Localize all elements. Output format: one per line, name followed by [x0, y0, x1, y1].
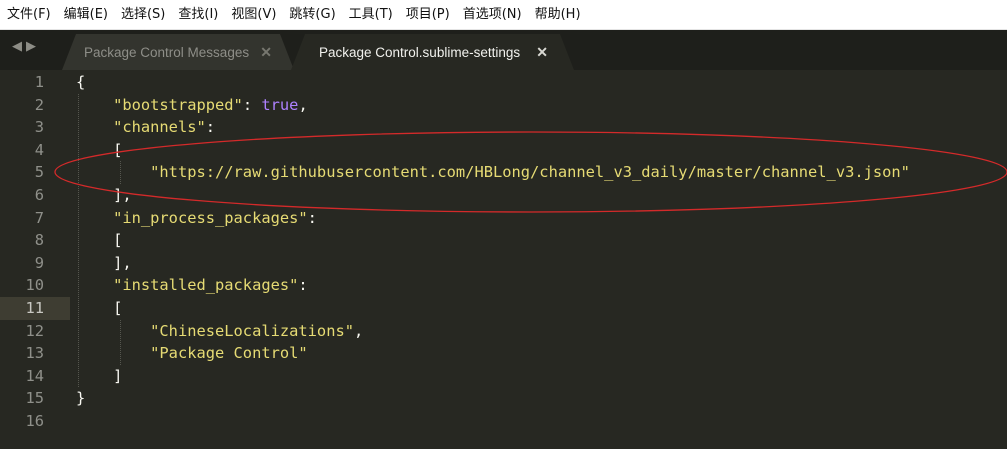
menu-goto[interactable]: 跳转(G) [289, 0, 335, 30]
code-token: "channels" [113, 118, 206, 137]
chevron-left-icon[interactable]: ◀ [12, 39, 26, 54]
menu-project[interactable]: 项目(P) [406, 0, 450, 30]
code-token: } [76, 389, 86, 408]
code-token: "https://raw.githubusercontent.com/HBLon… [150, 163, 910, 182]
menu-help[interactable]: 帮助(H) [535, 0, 581, 30]
code-line: ] [76, 365, 122, 388]
code-token: { [76, 73, 86, 91]
code-editor[interactable]: 1 2 3 4 5 6 7 8 9 10 11 12 13 14 15 16 { "bootstrapped"… [0, 70, 1007, 449]
chevron-right-icon[interactable]: ▶ [26, 39, 40, 54]
code-token: [ [76, 299, 123, 317]
code-token: : [205, 118, 216, 137]
code-token: [ [76, 140, 123, 159]
line-number: 9 [34, 253, 44, 272]
indent-guide [78, 93, 79, 388]
menu-preferences[interactable]: 首选项(N) [463, 0, 522, 30]
code-token: , [298, 95, 308, 114]
code-line: { [76, 71, 85, 94]
line-number: 16 [25, 412, 44, 430]
code-line: ], [76, 184, 132, 207]
code-token: true [261, 95, 299, 114]
line-number: 2 [34, 95, 44, 114]
line-number-gutter: 1 2 3 4 5 6 7 8 9 10 11 12 13 14 15 16 [0, 70, 70, 449]
tab-title: Package Control Messages [84, 44, 250, 60]
code-token: "installed_packages" [113, 276, 299, 295]
tab-bar: ◀▶ Package Control Messages ✕ Package Co… [0, 30, 1007, 70]
menu-view[interactable]: 视图(V) [231, 0, 276, 30]
code-line: "in_process_packages": [76, 207, 317, 230]
line-number: 4 [34, 140, 44, 159]
line-number: 6 [34, 186, 44, 204]
menu-edit[interactable]: 编辑(E) [64, 0, 108, 30]
tab-package-control-settings[interactable]: Package Control.sublime-settings ✕ [291, 34, 574, 70]
code-line: "Package Control" [76, 342, 308, 365]
line-number: 13 [25, 344, 44, 363]
line-number: 8 [34, 231, 44, 250]
code-line: "channels": [76, 116, 215, 139]
code-token: ], [76, 253, 132, 272]
tab-title: Package Control.sublime-settings [319, 44, 521, 60]
line-number: 10 [25, 276, 44, 295]
code-line: "installed_packages": [76, 274, 308, 297]
code-token: : [307, 208, 317, 227]
code-line: [ [76, 139, 122, 162]
line-number: 14 [25, 366, 44, 385]
code-token: : [242, 95, 262, 114]
line-number: 5 [34, 163, 44, 182]
code-line: [ [76, 229, 122, 252]
code-token: : [298, 276, 308, 295]
code-token: "Package Control" [150, 344, 308, 363]
line-number: 12 [25, 321, 44, 340]
code-token: ], [76, 186, 132, 204]
code-token: [ [76, 231, 123, 250]
code-line: "bootstrapped": true, [76, 94, 308, 117]
tab-package-control-messages[interactable]: Package Control Messages ✕ [62, 34, 294, 70]
line-number: 11 [25, 299, 44, 317]
menu-bar: 文件(F) 编辑(E) 选择(S) 查找(I) 视图(V) 跳转(G) 工具(T… [0, 0, 1007, 30]
indent-guide [120, 319, 121, 365]
line-number: 15 [25, 389, 44, 408]
indent-guide [120, 161, 121, 184]
code-token: , [354, 321, 364, 340]
code-token: "bootstrapped" [113, 95, 243, 114]
menu-tools[interactable]: 工具(T) [349, 0, 393, 30]
code-token: ] [76, 366, 123, 385]
menu-file[interactable]: 文件(F) [7, 0, 51, 30]
code-line: "https://raw.githubusercontent.com/HBLon… [76, 161, 910, 184]
code-token: "ChineseLocalizations" [150, 321, 354, 340]
code-line: } [76, 387, 85, 410]
menu-find[interactable]: 查找(I) [178, 0, 218, 30]
code-token: "in_process_packages" [113, 208, 308, 227]
line-number: 3 [34, 118, 44, 137]
menu-selection[interactable]: 选择(S) [121, 0, 165, 30]
tab-navigation: ◀▶ [12, 39, 40, 54]
close-icon[interactable]: ✕ [536, 44, 548, 61]
code-line: [ [76, 297, 122, 320]
line-number: 7 [34, 208, 44, 227]
code-line: ], [76, 252, 132, 275]
close-icon[interactable]: ✕ [260, 44, 272, 61]
line-number: 1 [34, 73, 44, 91]
